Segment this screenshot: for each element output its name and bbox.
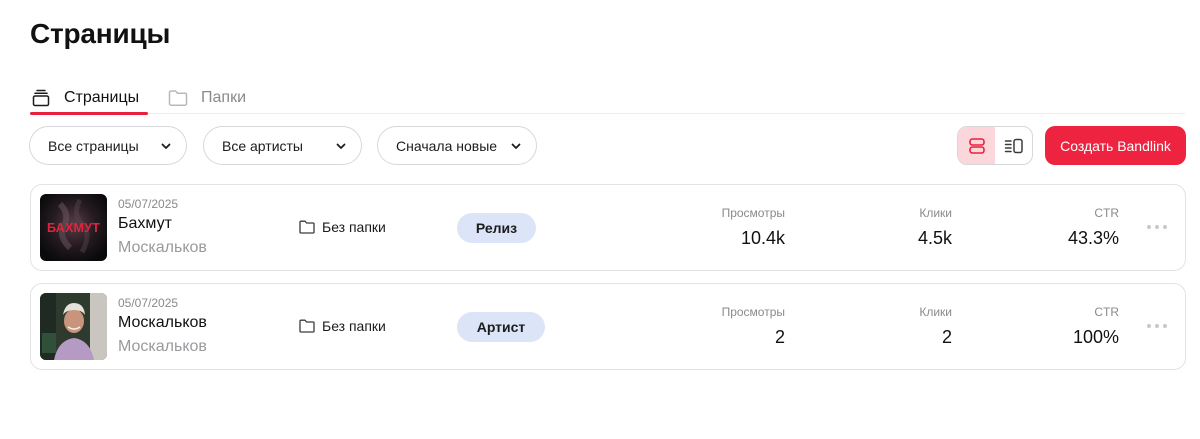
chevron-down-icon (511, 143, 521, 149)
chevron-down-icon (161, 143, 171, 149)
clicks-label: Клики (919, 206, 952, 220)
folder-label[interactable]: Без папки (299, 318, 386, 334)
filter-pages-label: Все страницы (48, 137, 139, 154)
stack-icon (30, 87, 52, 109)
release-cover-image: БАХМУТ (40, 194, 107, 261)
page-artist: Москальков (118, 338, 207, 355)
ctr-value: 100% (1072, 327, 1119, 347)
tabs-bar: Страницы Папки (30, 82, 1185, 115)
filter-artists-dropdown[interactable]: Все артисты (203, 126, 362, 165)
artist-photo (40, 293, 107, 360)
folder-icon (167, 87, 189, 109)
clicks-value: 4.5k (917, 228, 952, 248)
cards-view-icon (968, 137, 985, 154)
view-toggle (957, 126, 1033, 165)
ctr-label: CTR (1094, 305, 1119, 319)
views-value: 2 (774, 327, 785, 347)
views-label: Просмотры (721, 206, 785, 220)
filter-pages-dropdown[interactable]: Все страницы (29, 126, 187, 165)
views-value: 10.4k (740, 228, 785, 248)
tab-pages[interactable]: Страницы (30, 82, 148, 115)
page-title: Страницы (30, 18, 171, 49)
folder-name: Без папки (322, 318, 386, 334)
page-card[interactable]: 05/07/2025 Москальков Москальков Без пап… (30, 283, 1186, 370)
folder-label[interactable]: Без папки (299, 219, 386, 235)
page-card[interactable]: БАХМУТ 05/07/2025 Бахмут Москальков Без … (30, 184, 1186, 271)
cards-view-button[interactable] (958, 127, 995, 164)
ctr-label: CTR (1094, 206, 1119, 220)
sort-label: Сначала новые (396, 137, 498, 154)
tab-folders-label: Папки (201, 89, 246, 106)
chevron-down-icon (336, 143, 346, 149)
page-date: 05/07/2025 (118, 197, 179, 211)
ctr-value: 43.3% (1067, 228, 1119, 248)
clicks-value: 2 (941, 327, 952, 347)
folder-icon (299, 220, 316, 234)
type-badge: Релиз (457, 213, 536, 243)
views-label: Просмотры (721, 305, 785, 319)
page-name[interactable]: Москальков (118, 314, 207, 332)
page-name[interactable]: Бахмут (118, 215, 172, 233)
list-view-button[interactable] (995, 127, 1032, 164)
folder-icon (299, 319, 316, 333)
type-badge: Артист (457, 312, 545, 342)
list-view-icon (1004, 138, 1023, 153)
create-bandlink-button[interactable]: Создать Bandlink (1045, 126, 1186, 165)
sort-dropdown[interactable]: Сначала новые (377, 126, 537, 165)
folder-name: Без папки (322, 219, 386, 235)
page-date: 05/07/2025 (118, 296, 179, 310)
tab-pages-label: Страницы (64, 89, 140, 106)
page-artist: Москальков (118, 239, 207, 256)
tab-folders[interactable]: Папки (167, 82, 246, 114)
more-options-icon[interactable] (1147, 222, 1167, 232)
more-options-icon[interactable] (1147, 321, 1167, 331)
clicks-label: Клики (919, 305, 952, 319)
filter-artists-label: Все артисты (222, 137, 303, 154)
cover-title-text: БАХМУТ (47, 221, 100, 235)
